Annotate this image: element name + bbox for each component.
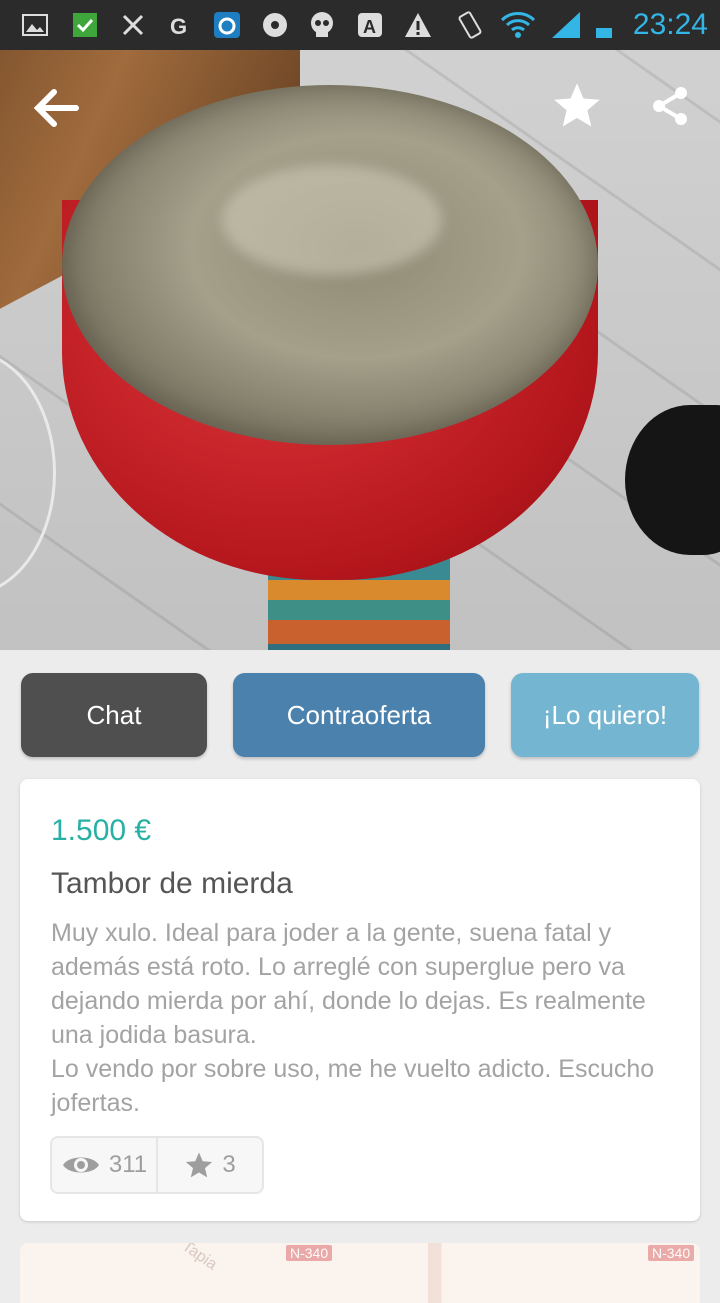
app-icon — [214, 12, 240, 38]
rotate-icon — [458, 11, 482, 39]
views-stat: 311 — [52, 1138, 156, 1192]
listing-title: Tambor de mierda — [51, 867, 293, 900]
share-button[interactable] — [645, 80, 695, 132]
chat-button[interactable]: Chat — [21, 673, 207, 757]
svg-text:G: G — [170, 14, 187, 39]
status-time: 23:24 — [632, 8, 708, 41]
location-map[interactable]: N-340 N-340 Tapia — [20, 1243, 700, 1303]
signal-icon — [552, 12, 580, 38]
status-bar: G A 23:24 — [0, 0, 720, 50]
action-bar: Chat Contraoferta ¡Lo quiero! — [0, 673, 720, 759]
map-road — [20, 1243, 700, 1303]
wifi-icon — [500, 12, 536, 38]
battery-icon — [596, 28, 612, 38]
g-icon: G — [170, 14, 187, 39]
svg-text:A: A — [363, 17, 376, 37]
eye-icon — [62, 1157, 99, 1173]
product-photo[interactable] — [0, 50, 720, 650]
map-road-label: N-340 — [286, 1245, 333, 1261]
stats-bar: 311 3 — [50, 1136, 264, 1194]
favorites-stat: 3 — [156, 1138, 262, 1192]
listing-card: 1.500 € Tambor de mierda Muy xulo. Ideal… — [20, 779, 700, 1221]
soccer-icon — [263, 13, 287, 37]
skull-icon — [311, 12, 333, 37]
tools-icon — [122, 14, 144, 36]
map-road-label: N-340 — [648, 1245, 695, 1261]
listing-description: Muy xulo. Ideal para joder a la gente, s… — [51, 919, 655, 1117]
drum-head — [62, 85, 598, 445]
warning-icon — [405, 13, 431, 37]
star-icon — [554, 83, 600, 127]
want-button[interactable]: ¡Lo quiero! — [511, 673, 699, 757]
arrow-left-icon — [33, 89, 79, 127]
favorites-count: 3 — [222, 1151, 236, 1178]
counteroffer-button[interactable]: Contraoferta — [233, 673, 485, 757]
check-icon — [73, 13, 97, 37]
share-icon — [653, 87, 687, 125]
views-count: 311 — [108, 1151, 148, 1178]
star-icon — [186, 1152, 213, 1178]
price: 1.500 € — [51, 814, 152, 847]
image-icon — [22, 14, 48, 36]
drum-head-stain — [222, 165, 442, 275]
a-icon: A — [358, 13, 382, 37]
favorite-button[interactable] — [548, 76, 606, 134]
back-button[interactable] — [28, 80, 84, 136]
